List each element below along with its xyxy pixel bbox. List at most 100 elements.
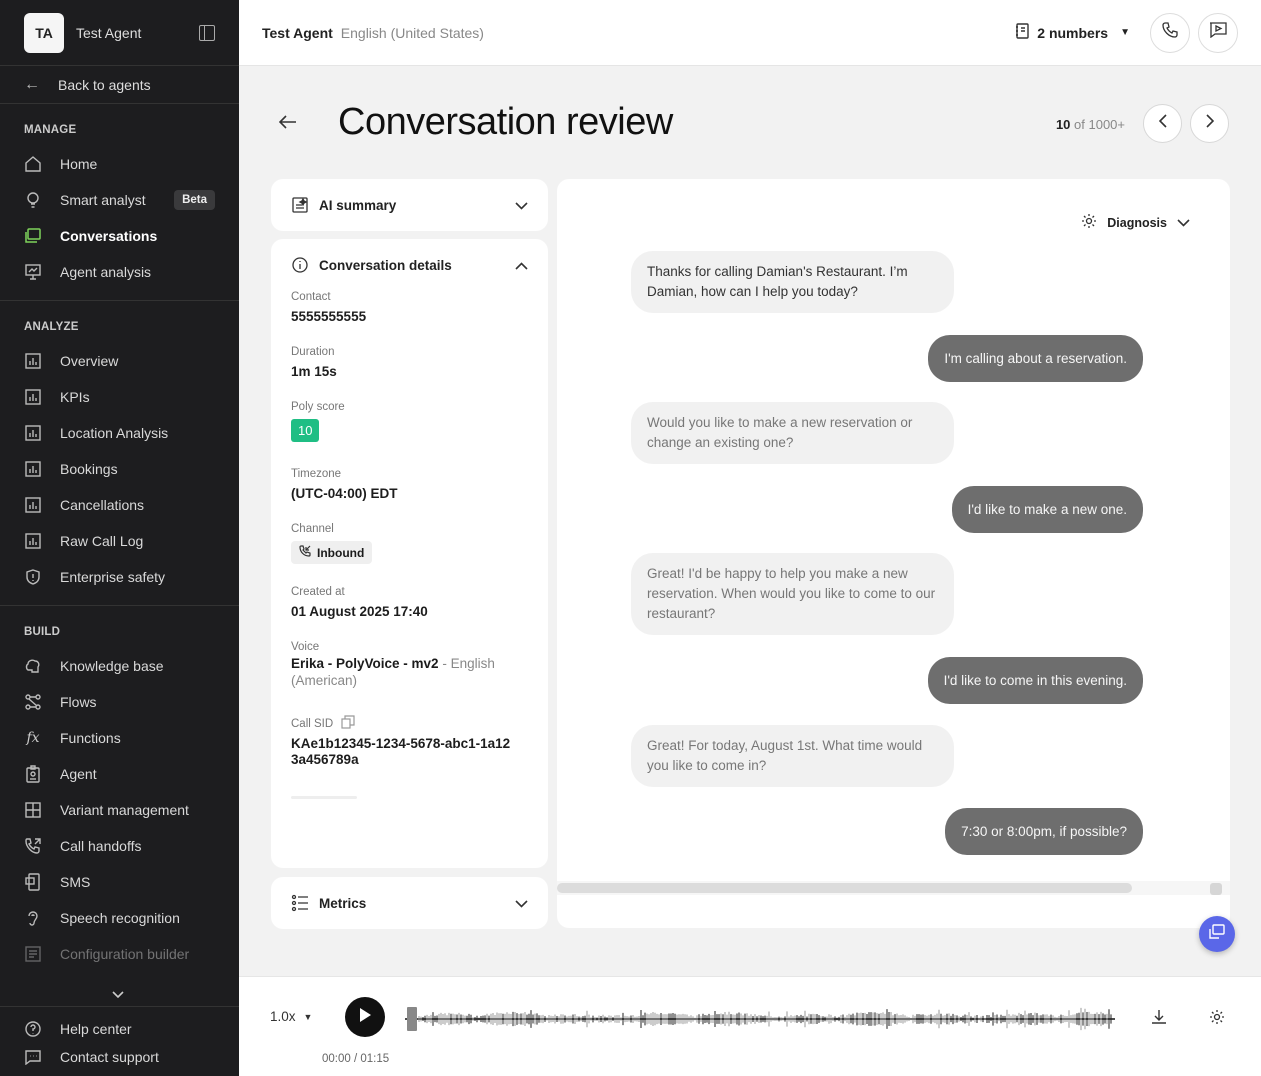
metrics-header[interactable]: Metrics: [271, 877, 548, 929]
sidebar-item-label: Bookings: [60, 461, 118, 477]
chevron-down-icon: [515, 896, 528, 911]
voice-name: Erika - PolyVoice - mv2: [291, 656, 439, 671]
channel-label: Channel: [291, 523, 334, 535]
sidebar-item-label: Speech recognition: [60, 910, 180, 926]
ai-summary-header[interactable]: AI summary: [271, 179, 548, 231]
chat-icon: [24, 1048, 42, 1066]
sidebar-item-call-handoffs[interactable]: Call handoffs: [0, 828, 239, 864]
ear-icon: [24, 909, 42, 927]
pager-indicator: 10 of 1000+: [1056, 117, 1125, 132]
conversation-details-title: Conversation details: [319, 257, 452, 273]
sidebar: TA Test Agent ← Back to agents MANAGE Ho…: [0, 0, 239, 1076]
user-message: I'd like to come in this evening.: [927, 657, 1143, 704]
sidebar-item-contact-support[interactable]: Contact support: [0, 1043, 239, 1071]
sidebar-item-functions[interactable]: fx Functions: [0, 720, 239, 756]
pager-current: 10: [1055, 117, 1071, 132]
collapse-sidebar-icon[interactable]: [199, 24, 215, 41]
flow-icon: [24, 693, 42, 711]
sidebar-item-raw-call-log[interactable]: Raw Call Log: [0, 523, 239, 559]
next-conversation-button[interactable]: [1190, 104, 1229, 143]
sidebar-item-sms[interactable]: SMS: [0, 864, 239, 900]
sidebar-item-cancellations[interactable]: Cancellations: [0, 487, 239, 523]
sidebar-item-location-analysis[interactable]: Location Analysis: [0, 415, 239, 451]
sidebar-item-label: Cancellations: [60, 497, 145, 513]
channel-field: Channel Inbound: [291, 523, 528, 564]
conversations-icon: [24, 227, 42, 245]
sidebar-item-enterprise-safety[interactable]: Enterprise safety: [0, 559, 239, 595]
sidebar-item-label: Overview: [60, 353, 119, 369]
back-to-agents-link[interactable]: ← Back to agents: [0, 66, 239, 104]
audio-waveform[interactable]: [405, 997, 1117, 1041]
agent-message: Would you like to make a new reservation…: [631, 402, 954, 464]
audio-player: 1.0x ▼ 00:00 / 01:15: [239, 976, 1261, 1076]
metrics-card[interactable]: Metrics: [271, 877, 548, 929]
sidebar-item-flows[interactable]: Flows: [0, 684, 239, 720]
sidebar-item-bookings[interactable]: Bookings: [0, 451, 239, 487]
topbar-agent-name: Test Agent: [262, 24, 333, 41]
sidebar-item-label: Help center: [60, 1021, 132, 1037]
sidebar-item-variant-management[interactable]: Variant management: [0, 792, 239, 828]
download-icon[interactable]: [1151, 1009, 1167, 1030]
numbers-dropdown[interactable]: 2 numbers ▼: [1015, 23, 1130, 42]
play-icon: [358, 1007, 372, 1028]
sidebar-item-agent-analysis[interactable]: Agent analysis: [0, 254, 239, 290]
poly-score-label: Poly score: [291, 401, 345, 413]
horizontal-scrollbar[interactable]: [557, 881, 1230, 895]
sidebar-item-configuration-builder[interactable]: Configuration builder: [0, 936, 239, 972]
manage-section: MANAGE Home Smart analyst Beta Conversat…: [0, 104, 239, 301]
playback-speed-dropdown[interactable]: 1.0x ▼: [270, 1009, 312, 1024]
sidebar-item-overview[interactable]: Overview: [0, 343, 239, 379]
sms-icon: [24, 873, 42, 891]
user-message: I'm calling about a reservation.: [928, 335, 1143, 382]
agent-message: Thanks for calling Damian's Restaurant. …: [631, 251, 954, 313]
section-title: BUILD: [24, 626, 61, 638]
ai-summary-card[interactable]: AI summary: [271, 179, 548, 231]
sidebar-item-label: Configuration builder: [60, 946, 190, 962]
chat-bubble-icon: [1209, 923, 1225, 945]
test-call-button[interactable]: [1150, 12, 1190, 53]
monitor-chart-icon: [24, 263, 42, 281]
pager-total: of 1000+: [1074, 117, 1125, 132]
play-button[interactable]: [345, 997, 385, 1037]
caret-down-icon: ▼: [303, 1011, 313, 1022]
phone-book-icon: [1015, 23, 1029, 42]
test-chat-button[interactable]: [1198, 12, 1238, 53]
sidebar-item-speech-recognition[interactable]: Speech recognition: [0, 900, 239, 936]
user-message: I'd like to make a new one.: [951, 486, 1143, 533]
sidebar-item-label: Functions: [60, 730, 121, 746]
contact-field: Contact 5555555555: [291, 291, 528, 324]
metrics-list-icon: [291, 894, 309, 912]
sidebar-item-conversations[interactable]: Conversations: [0, 218, 239, 254]
avatar[interactable]: TA: [24, 12, 64, 53]
sidebar-item-kpis[interactable]: KPIs: [0, 379, 239, 415]
voice-value: Erika - PolyVoice - mv2 - English (Ameri…: [291, 655, 528, 689]
sidebar-item-agent[interactable]: Agent: [0, 756, 239, 792]
arrow-left-icon: ←: [24, 75, 40, 93]
page-title: Conversation review: [338, 101, 673, 143]
sidebar-item-help-center[interactable]: Help center: [0, 1015, 239, 1043]
sidebar-footer: Help center Contact support: [0, 1006, 239, 1076]
caret-down-icon: ▼: [1120, 27, 1130, 38]
player-settings-icon[interactable]: [1209, 1009, 1225, 1030]
topbar-language: English (United States): [340, 24, 484, 41]
previous-conversation-button[interactable]: [1143, 104, 1182, 143]
bar-chart-icon: [24, 496, 42, 514]
scroll-down-chevron-icon[interactable]: [112, 988, 124, 1002]
timezone-label: Timezone: [291, 468, 342, 480]
diagnosis-dropdown[interactable]: Diagnosis: [1081, 213, 1190, 232]
scrollbar-thumb[interactable]: [557, 883, 1132, 893]
sidebar-item-smart-analyst[interactable]: Smart analyst Beta: [0, 182, 239, 218]
brain-icon: [24, 657, 42, 675]
back-arrow-icon[interactable]: [278, 112, 297, 135]
agent-message: Great! For today, August 1st. What time …: [631, 725, 954, 787]
chat-assistant-button[interactable]: [1199, 916, 1235, 952]
top-bar: Test Agent English (United States) 2 num…: [239, 0, 1261, 66]
conversation-details-header[interactable]: Conversation details: [271, 239, 548, 291]
sidebar-item-home[interactable]: Home: [0, 146, 239, 182]
conversation-details-card: Conversation details Contact 5555555555 …: [271, 239, 548, 868]
copy-icon[interactable]: [341, 715, 355, 732]
playhead-handle[interactable]: [407, 1007, 417, 1031]
channel-chip: Inbound: [291, 541, 373, 564]
duration-label: Duration: [291, 346, 335, 358]
sidebar-item-knowledge-base[interactable]: Knowledge base: [0, 648, 239, 684]
